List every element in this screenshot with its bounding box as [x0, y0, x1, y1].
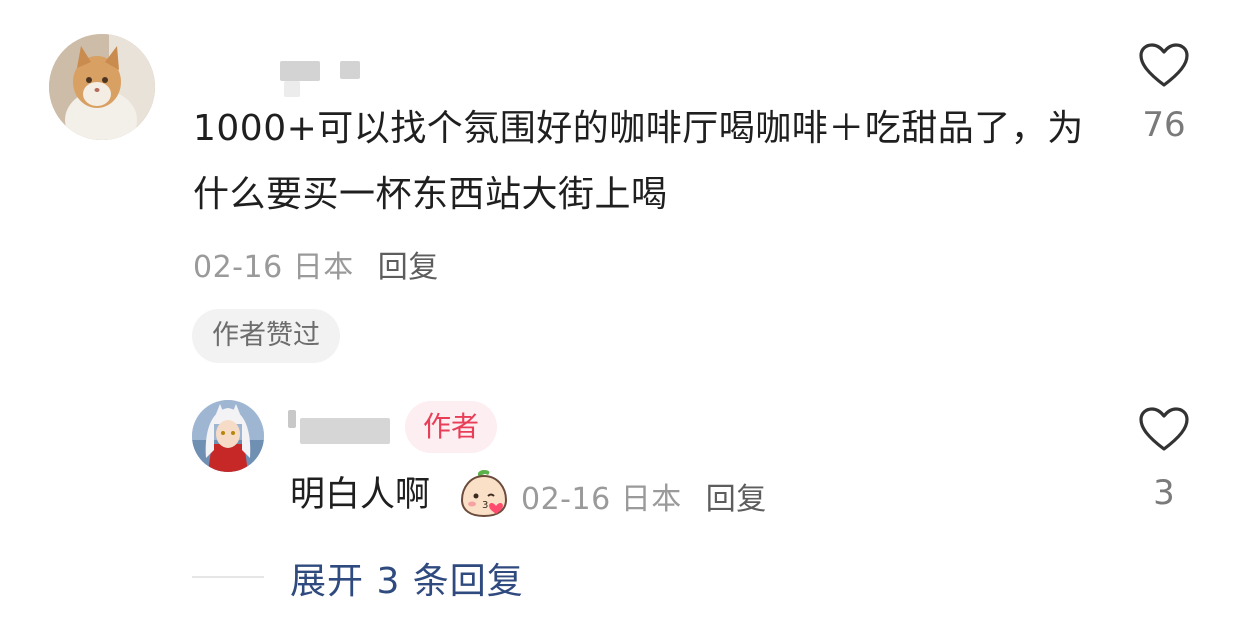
svg-text:3: 3 — [482, 500, 488, 511]
like-button[interactable] — [1138, 42, 1190, 88]
author-liked-badge: 作者赞过 — [192, 309, 340, 363]
reply-text: 明白人啊 — [290, 475, 431, 515]
comment-location: 日本 — [292, 250, 354, 285]
like-count: 76 — [1142, 105, 1186, 145]
commenter-name-redacted — [284, 81, 300, 97]
reply-meta: 02-16 日本 回复 — [521, 474, 767, 518]
expand-replies-link[interactable]: 展开 3 条回复 — [290, 552, 524, 604]
reply-reply-button[interactable]: 回复 — [706, 482, 767, 517]
reply-location: 日本 — [620, 482, 682, 517]
cat-avatar — [49, 34, 155, 140]
reply-date: 02-16 — [521, 482, 611, 517]
anime-avatar — [192, 400, 264, 472]
heart-icon — [1139, 407, 1189, 451]
replier-name-redacted — [288, 410, 296, 428]
reply-text-row: 明白人啊 — [290, 462, 430, 528]
comment-text: 1000+可以找个氛围好的咖啡厅喝咖啡＋吃甜品了，为什么要买一杯东西站大街上喝 — [193, 108, 1084, 215]
comment-date: 02-16 — [193, 250, 283, 285]
commenter-name-redacted[interactable] — [280, 61, 320, 81]
kiss-emoji-icon: 3 — [458, 466, 510, 518]
comment-meta: 02-16 日本 回复 — [193, 242, 439, 286]
replier-name-redacted[interactable] — [300, 418, 390, 444]
divider — [192, 576, 264, 578]
commenter-avatar[interactable] — [49, 34, 155, 140]
heart-icon — [1139, 43, 1189, 87]
reply-like-count: 3 — [1153, 473, 1175, 513]
commenter-name-redacted — [340, 61, 360, 79]
reply-like-button[interactable] — [1138, 406, 1190, 452]
reply-button[interactable]: 回复 — [378, 250, 439, 285]
replier-avatar[interactable] — [192, 400, 264, 472]
author-badge: 作者 — [405, 401, 498, 453]
